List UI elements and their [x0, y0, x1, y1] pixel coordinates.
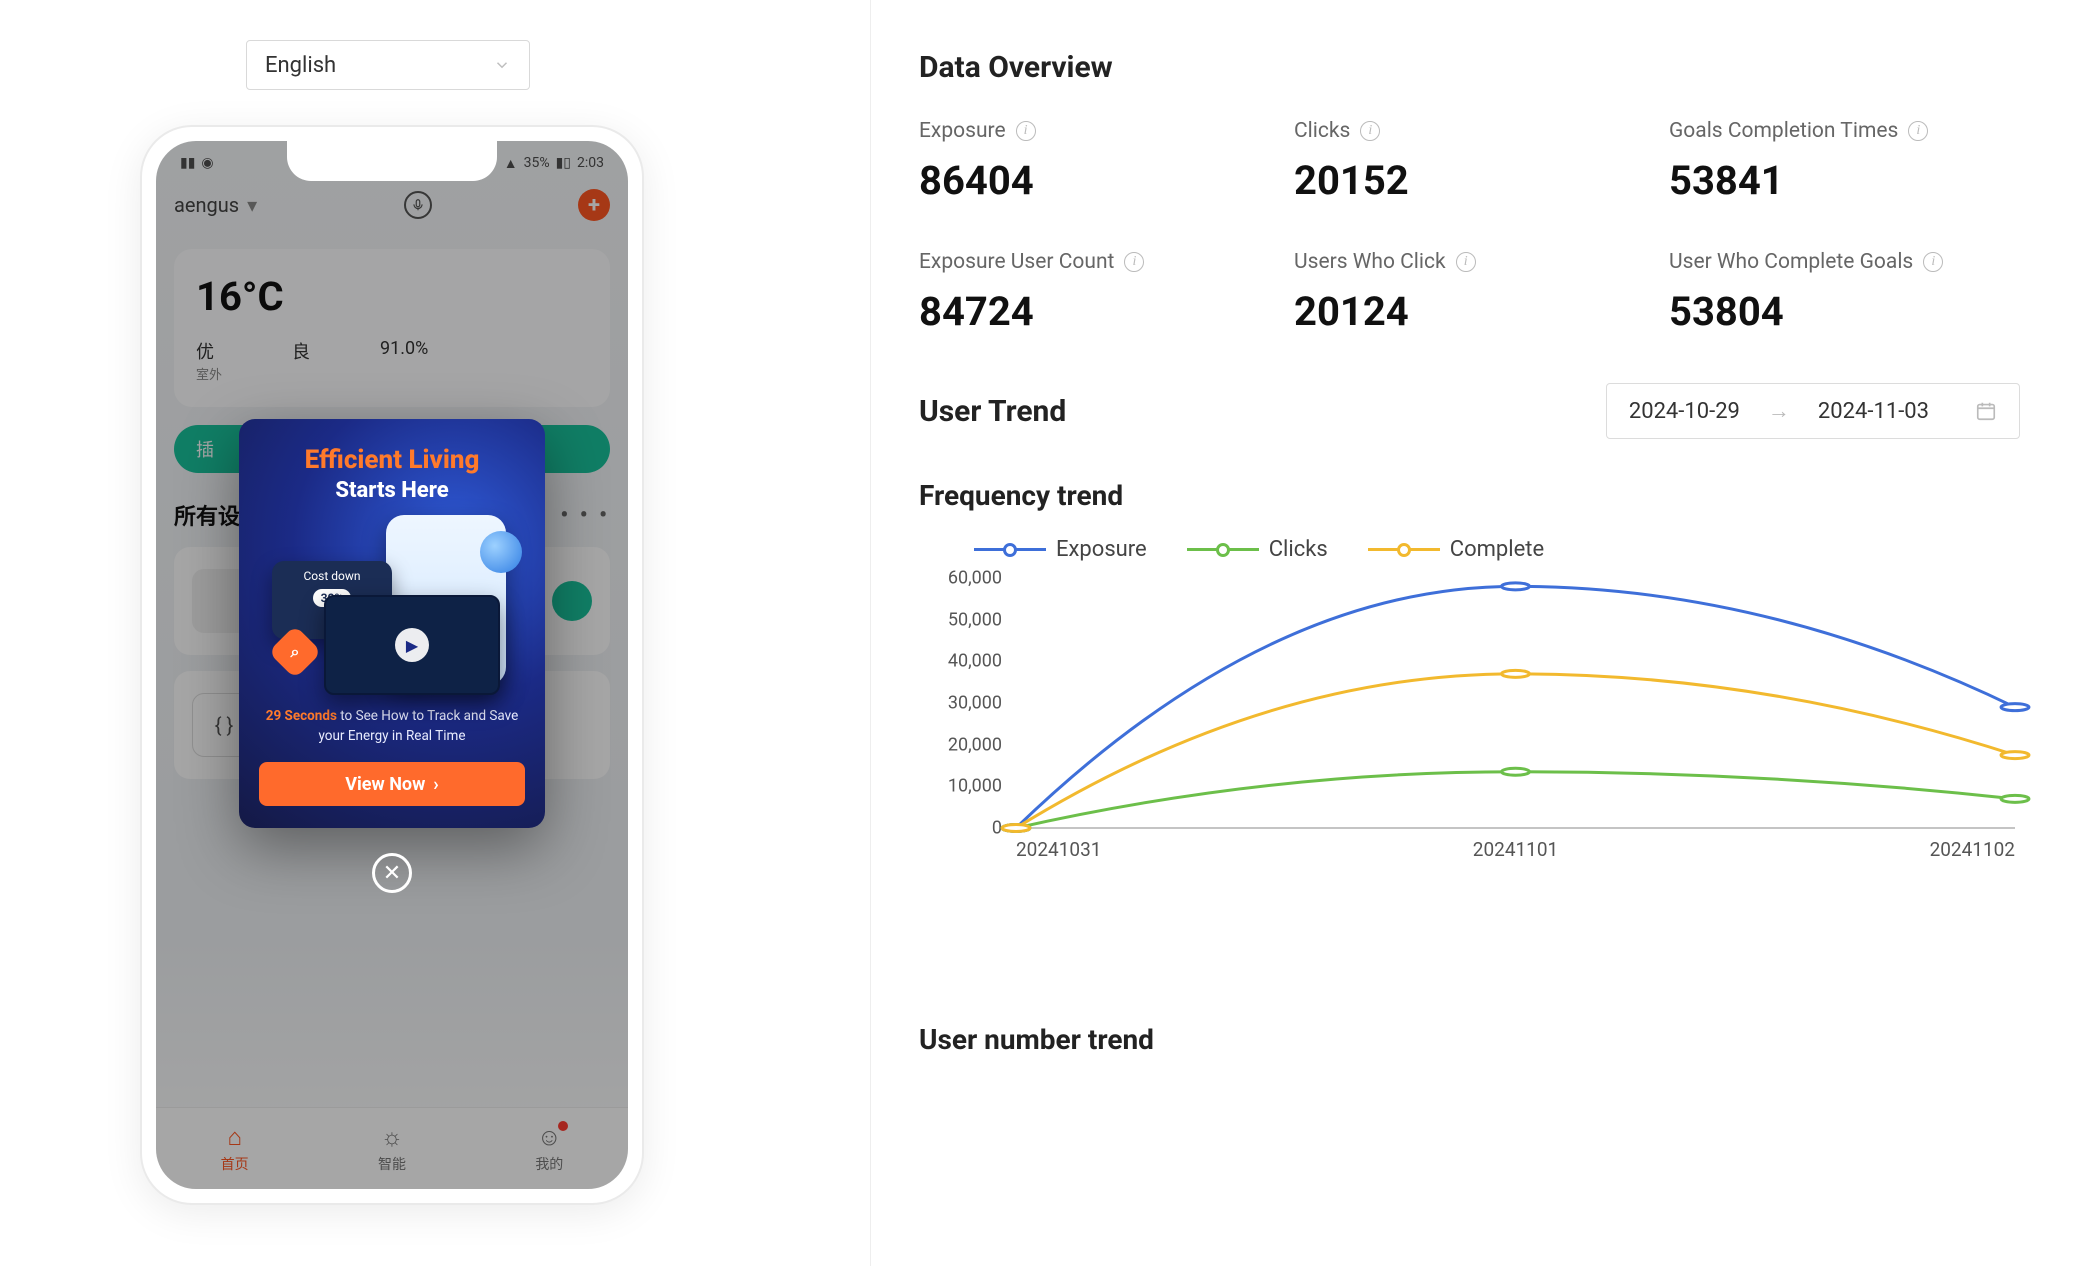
- banner-subtitle: 29 Seconds to See How to Track and Save …: [259, 707, 525, 746]
- clock-text: 2:03: [577, 155, 604, 171]
- tile-label: Cost down: [280, 569, 384, 583]
- legend-label: Exposure: [1056, 537, 1147, 562]
- date-start: 2024-10-29: [1629, 399, 1740, 424]
- metric-label: Exposure: [919, 119, 1006, 143]
- banner-cta-button[interactable]: View Now ›: [259, 762, 525, 806]
- legend-item-clicks[interactable]: Clicks: [1187, 537, 1328, 562]
- info-icon[interactable]: i: [1923, 252, 1943, 272]
- chart-plotarea: [1016, 578, 2015, 828]
- battery-icon: ▮▯: [556, 155, 571, 171]
- section-title-overview: Data Overview: [919, 50, 2020, 85]
- chevron-right-icon: ›: [433, 774, 438, 795]
- banner-subtitle-rest: to See How to Track and Save your Energy…: [318, 708, 518, 744]
- promo-banner: Efficient Living Starts Here Cost down 3…: [239, 419, 545, 828]
- search-shield-icon: ⌕: [268, 625, 322, 679]
- ytick: 0: [922, 818, 1002, 839]
- close-icon[interactable]: ✕: [372, 853, 412, 893]
- metric-value: 84724: [919, 288, 1270, 335]
- metric: Exposure User Count i 84724: [919, 250, 1270, 335]
- info-icon[interactable]: i: [1908, 121, 1928, 141]
- metric-label: Users Who Click: [1294, 250, 1446, 274]
- banner-title-1: Efficient Living: [259, 445, 525, 476]
- ytick: 60,000: [922, 568, 1002, 589]
- phone-preview: ▮▮ ◉ ▲ 35% ▮▯ 2:03 aengus ▾: [140, 125, 644, 1205]
- info-icon[interactable]: i: [1016, 121, 1036, 141]
- wifi-icon: ◉: [201, 155, 213, 171]
- metric-value: 20124: [1294, 288, 1645, 335]
- ytick: 50,000: [922, 609, 1002, 630]
- chart-yaxis: 010,00020,00030,00040,00050,00060,000: [928, 572, 1008, 828]
- frequency-chart: Exposure Clicks Complete 010,00020,00030…: [919, 536, 2020, 863]
- tablet-art: ▶: [324, 595, 500, 695]
- date-range-picker[interactable]: 2024-10-29 → 2024-11-03: [1606, 383, 2020, 439]
- banner-art: Cost down 30% ▶ ⌕: [272, 521, 512, 691]
- language-select[interactable]: English: [246, 40, 530, 90]
- metric-value: 86404: [919, 157, 1270, 204]
- date-end: 2024-11-03: [1818, 399, 1929, 424]
- section-title-frequency: Frequency trend: [919, 479, 2020, 512]
- phone-notch: [287, 141, 497, 181]
- metric: User Who Complete Goals i 53804: [1669, 250, 2020, 335]
- xtick: 20241102: [1930, 838, 2015, 861]
- metric-label: User Who Complete Goals: [1669, 250, 1913, 274]
- xtick: 20241031: [1016, 838, 1101, 861]
- legend-item-complete[interactable]: Complete: [1368, 537, 1544, 562]
- ytick: 10,000: [922, 776, 1002, 797]
- metric-value: 20152: [1294, 157, 1645, 204]
- play-icon[interactable]: ▶: [395, 628, 429, 662]
- battery-text: 35%: [524, 155, 550, 171]
- ytick: 30,000: [922, 693, 1002, 714]
- cta-label: View Now: [345, 774, 425, 795]
- signal-icon: ▮▮: [180, 155, 195, 171]
- xtick: 20241101: [1473, 838, 1558, 861]
- metric-label: Exposure User Count: [919, 250, 1114, 274]
- section-title-user-trend: User Trend: [919, 394, 1066, 429]
- info-icon[interactable]: i: [1124, 252, 1144, 272]
- alert-icon: ▲: [504, 155, 518, 172]
- ytick: 20,000: [922, 734, 1002, 755]
- legend-item-exposure[interactable]: Exposure: [974, 537, 1147, 562]
- language-select-value: English: [265, 53, 336, 78]
- arrow-right-icon: →: [1768, 398, 1790, 424]
- calendar-icon: [1975, 400, 1997, 422]
- metrics-grid: Exposurei86404Clicksi20152Goals Completi…: [919, 119, 2020, 335]
- info-icon[interactable]: i: [1456, 252, 1476, 272]
- chart-legend: Exposure Clicks Complete: [974, 537, 2019, 562]
- banner-subtitle-bold: 29 Seconds: [266, 708, 337, 724]
- info-icon[interactable]: i: [1360, 121, 1380, 141]
- section-title-user-number: User number trend: [919, 1023, 2020, 1056]
- metric: Clicksi 20152: [1294, 119, 1645, 204]
- metric: Users Who Click i 20124: [1294, 250, 1645, 335]
- ytick: 40,000: [922, 651, 1002, 672]
- metric-value: 53841: [1669, 157, 2020, 204]
- metric: Exposure i 86404: [919, 119, 1270, 204]
- legend-label: Complete: [1450, 537, 1544, 562]
- chevron-down-icon: [493, 56, 511, 74]
- banner-title-2: Starts Here: [259, 478, 525, 503]
- legend-label: Clicks: [1269, 537, 1328, 562]
- metric-value: 53804: [1669, 288, 2020, 335]
- metric: Goals Completion Times i 53841: [1669, 119, 2020, 204]
- metric-label: Clicks: [1294, 119, 1350, 143]
- metric-label: Goals Completion Times: [1669, 119, 1898, 143]
- chart-xaxis: 20241031 20241101 20241102: [1016, 832, 2015, 862]
- bubble-icon: [480, 531, 522, 573]
